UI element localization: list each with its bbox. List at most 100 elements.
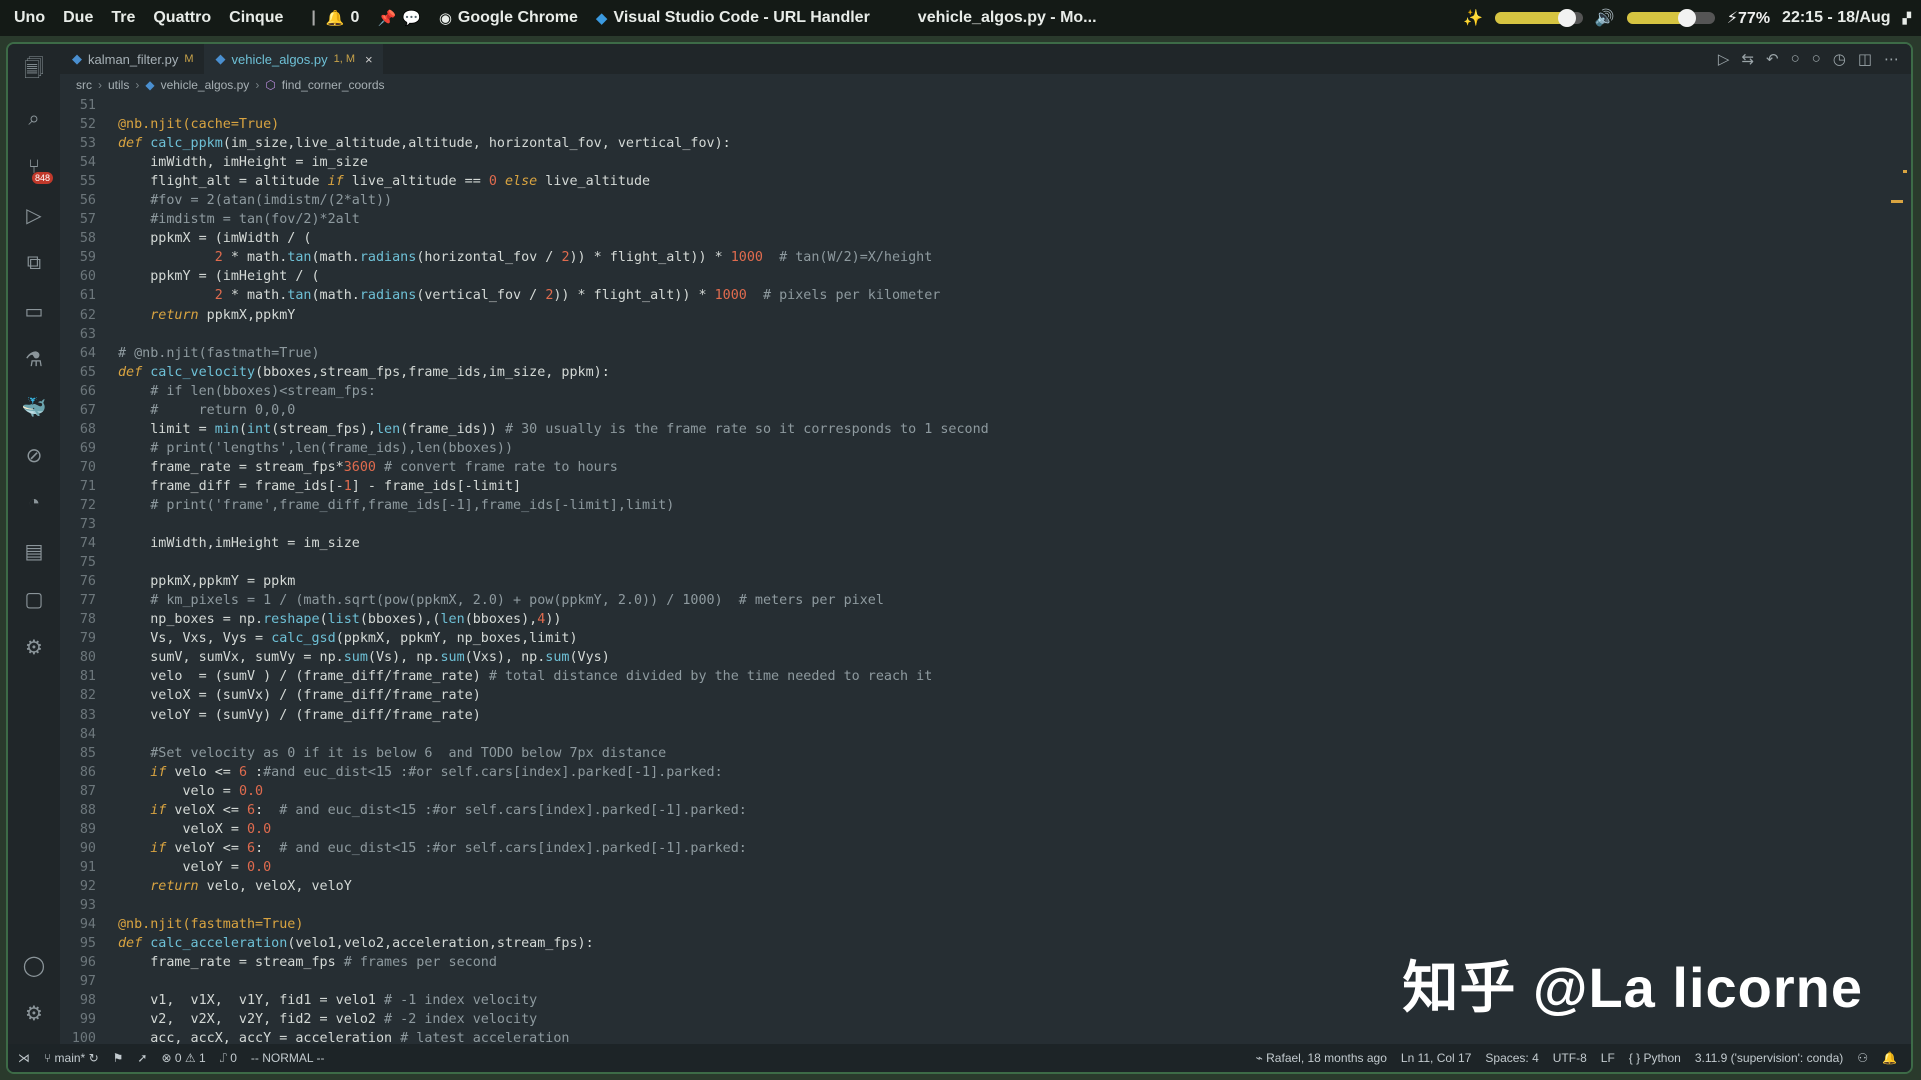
testing-icon[interactable]: ⚗: [17, 342, 51, 376]
battery-indicator[interactable]: ⚡77%: [1727, 8, 1770, 28]
pin-indicator[interactable]: 📌 💬: [377, 9, 420, 27]
code-editor[interactable]: 51 52 @nb.njit(cache=True) 53 def calc_ppkm(…: [60, 96, 1891, 1046]
remote-icon[interactable]: ⋊: [18, 1051, 30, 1065]
code-line[interactable]: 70 frame_rate = stream_fps*3600 # conver…: [60, 458, 1891, 477]
code-line[interactable]: 82 veloX = (sumVx) / (frame_diff/frame_r…: [60, 686, 1891, 705]
code-line[interactable]: 64 # @nb.njit(fastmath=True): [60, 344, 1891, 363]
git-icon[interactable]: ⚑: [113, 1051, 124, 1065]
code-line[interactable]: 56 #fov = 2(atan(imdistm/(2*alt)): [60, 191, 1891, 210]
code-line[interactable]: 75: [60, 553, 1891, 572]
tab-kalman-filter[interactable]: ◆ kalman_filter.py M: [60, 44, 204, 74]
app-vscode-url-handler[interactable]: ◆ Visual Studio Code - URL Handler: [596, 9, 870, 27]
code-line[interactable]: 57 #imdistm = tan(fov/2)*2alt: [60, 210, 1891, 229]
code-line[interactable]: 71 frame_diff = frame_ids[-1] - frame_id…: [60, 477, 1891, 496]
code-line[interactable]: 72 # print('frame',frame_diff,frame_ids[…: [60, 496, 1891, 515]
code-line[interactable]: 85 #Set velocity as 0 if it is below 6 a…: [60, 744, 1891, 763]
code-line[interactable]: 94 @nb.njit(fastmath=True): [60, 915, 1891, 934]
code-line[interactable]: 74 imWidth,imHeight = im_size: [60, 534, 1891, 553]
more-actions-icon[interactable]: ⋯: [1884, 50, 1899, 68]
code-line[interactable]: 68 limit = min(int(stream_fps),len(frame…: [60, 420, 1891, 439]
code-line[interactable]: 88 if veloX <= 6: # and euc_dist<15 :#or…: [60, 801, 1891, 820]
code-line[interactable]: 79 Vs, Vxs, Vys = calc_gsd(ppkmX, ppkmY,…: [60, 629, 1891, 648]
code-line[interactable]: 51: [60, 96, 1891, 115]
code-line[interactable]: 59 2 * math.tan(math.radians(horizontal_…: [60, 248, 1891, 267]
code-line[interactable]: 90 if veloY <= 6: # and euc_dist<15 :#or…: [60, 839, 1891, 858]
line-ending[interactable]: LF: [1601, 1051, 1615, 1065]
code-line[interactable]: 61 2 * math.tan(math.radians(vertical_fo…: [60, 286, 1891, 305]
extensions-icon[interactable]: ⧉: [17, 246, 51, 280]
code-line[interactable]: 67 # return 0,0,0: [60, 401, 1891, 420]
code-line[interactable]: 54 imWidth, imHeight = im_size: [60, 153, 1891, 172]
code-line[interactable]: 53 def calc_ppkm(im_size,live_altitude,al…: [60, 134, 1891, 153]
split-editor-icon[interactable]: ◫: [1858, 50, 1872, 68]
code-line[interactable]: 92 return velo, veloX, veloY: [60, 877, 1891, 896]
encoding[interactable]: UTF-8: [1553, 1051, 1587, 1065]
code-line[interactable]: 87 velo = 0.0: [60, 782, 1891, 801]
chat-icon[interactable]: ▢: [17, 582, 51, 616]
code-line[interactable]: 62 return ppkmX,ppkmY: [60, 306, 1891, 325]
code-line[interactable]: 77 # km_pixels = 1 / (math.sqrt(pow(ppkm…: [60, 591, 1891, 610]
code-line[interactable]: 84: [60, 725, 1891, 744]
workspace-3[interactable]: Tre: [111, 9, 135, 27]
code-line[interactable]: 86 if velo <= 6 :#and euc_dist<15 :#or s…: [60, 763, 1891, 782]
timeline-icon[interactable]: ◷: [1833, 50, 1846, 68]
code-line[interactable]: 76 ppkmX,ppkmY = ppkm: [60, 572, 1891, 591]
sparkle-icon[interactable]: ✨: [1463, 8, 1483, 28]
brightness-slider[interactable]: [1494, 9, 1583, 27]
code-line[interactable]: 93: [60, 896, 1891, 915]
breadcrumb-src[interactable]: src: [76, 78, 92, 92]
compare-changes-icon[interactable]: ⇆: [1741, 50, 1754, 68]
git-blame[interactable]: ⌁ Rafael, 18 months ago: [1256, 1051, 1387, 1065]
workspace-4[interactable]: Quattro: [153, 9, 211, 27]
previous-change-icon[interactable]: ○: [1791, 50, 1800, 68]
source-control-icon[interactable]: ⑂ 848: [17, 150, 53, 184]
code-line[interactable]: 83 veloY = (sumVy) / (frame_diff/frame_r…: [60, 706, 1891, 725]
docker-icon[interactable]: 🐳: [17, 390, 51, 424]
close-icon[interactable]: ×: [365, 52, 373, 67]
go-back-icon[interactable]: ↶: [1766, 50, 1779, 68]
notifications-indicator[interactable]: 🔔 0: [326, 9, 360, 27]
code-line[interactable]: 55 flight_alt = altitude if live_altitud…: [60, 172, 1891, 191]
ports-indicator[interactable]: ⑀ 0: [220, 1051, 237, 1065]
branch-indicator[interactable]: ⑂ main* ↻: [44, 1051, 99, 1065]
volume-slider[interactable]: [1626, 9, 1715, 27]
app-google-chrome[interactable]: ◉ Google Chrome: [439, 9, 578, 27]
code-line[interactable]: 81 velo = (sumV ) / (frame_diff/frame_ra…: [60, 667, 1891, 686]
code-line[interactable]: 89 veloX = 0.0: [60, 820, 1891, 839]
breadcrumb-file[interactable]: vehicle_algos.py: [161, 78, 250, 92]
code-line[interactable]: 80 sumV, sumVx, sumVy = np.sum(Vs), np.s…: [60, 648, 1891, 667]
tray-menu-icon[interactable]: ▞: [1903, 12, 1911, 25]
workspace-5[interactable]: Cinque: [229, 9, 283, 27]
remote-explorer-icon[interactable]: ▭: [17, 294, 51, 328]
tab-vehicle-algos[interactable]: ◆ vehicle_algos.py 1, M ×: [203, 44, 383, 74]
next-change-icon[interactable]: ○: [1812, 50, 1821, 68]
git-graph-icon[interactable]: ⊘: [17, 438, 51, 472]
manage-gear-icon[interactable]: ⚙: [17, 996, 51, 1030]
code-line[interactable]: 73: [60, 515, 1891, 534]
code-line[interactable]: 69 # print('lengths',len(frame_ids),len(…: [60, 439, 1891, 458]
volume-knob[interactable]: [1677, 9, 1696, 27]
code-line[interactable]: 60 ppkmY = (imHeight / (: [60, 267, 1891, 286]
workspace-1[interactable]: Uno: [14, 9, 45, 27]
account-icon[interactable]: ◯: [17, 948, 51, 982]
copilot-icon[interactable]: ⚇: [1857, 1051, 1868, 1065]
search-icon[interactable]: ⌕: [17, 102, 51, 136]
python-interpreter[interactable]: 3.11.9 ('supervision': conda): [1695, 1051, 1843, 1065]
code-line[interactable]: 58 ppkmX = (imWidth / (: [60, 229, 1891, 248]
code-line[interactable]: 66 # if len(bboxes)<stream_fps:: [60, 382, 1891, 401]
deploy-icon[interactable]: ➚: [137, 1051, 147, 1065]
breadcrumb-symbol[interactable]: find_corner_coords: [282, 78, 385, 92]
code-line[interactable]: 52 @nb.njit(cache=True): [60, 115, 1891, 134]
run-debug-icon[interactable]: ▷: [17, 198, 51, 232]
brightness-knob[interactable]: [1558, 9, 1577, 27]
cursor-position[interactable]: Ln 11, Col 17: [1401, 1051, 1472, 1065]
indentation[interactable]: Spaces: 4: [1485, 1051, 1538, 1065]
language-mode[interactable]: { } Python: [1629, 1051, 1681, 1065]
run-python-icon[interactable]: ▷: [1718, 50, 1730, 68]
bell-icon[interactable]: 🔔: [1882, 1051, 1897, 1065]
timeline-icon[interactable]: ◔: [17, 486, 51, 520]
explorer-icon[interactable]: 🗐: [17, 54, 51, 88]
code-line[interactable]: 91 veloY = 0.0: [60, 858, 1891, 877]
code-line[interactable]: 63: [60, 325, 1891, 344]
settings-sync-icon[interactable]: ⚙: [17, 630, 51, 664]
